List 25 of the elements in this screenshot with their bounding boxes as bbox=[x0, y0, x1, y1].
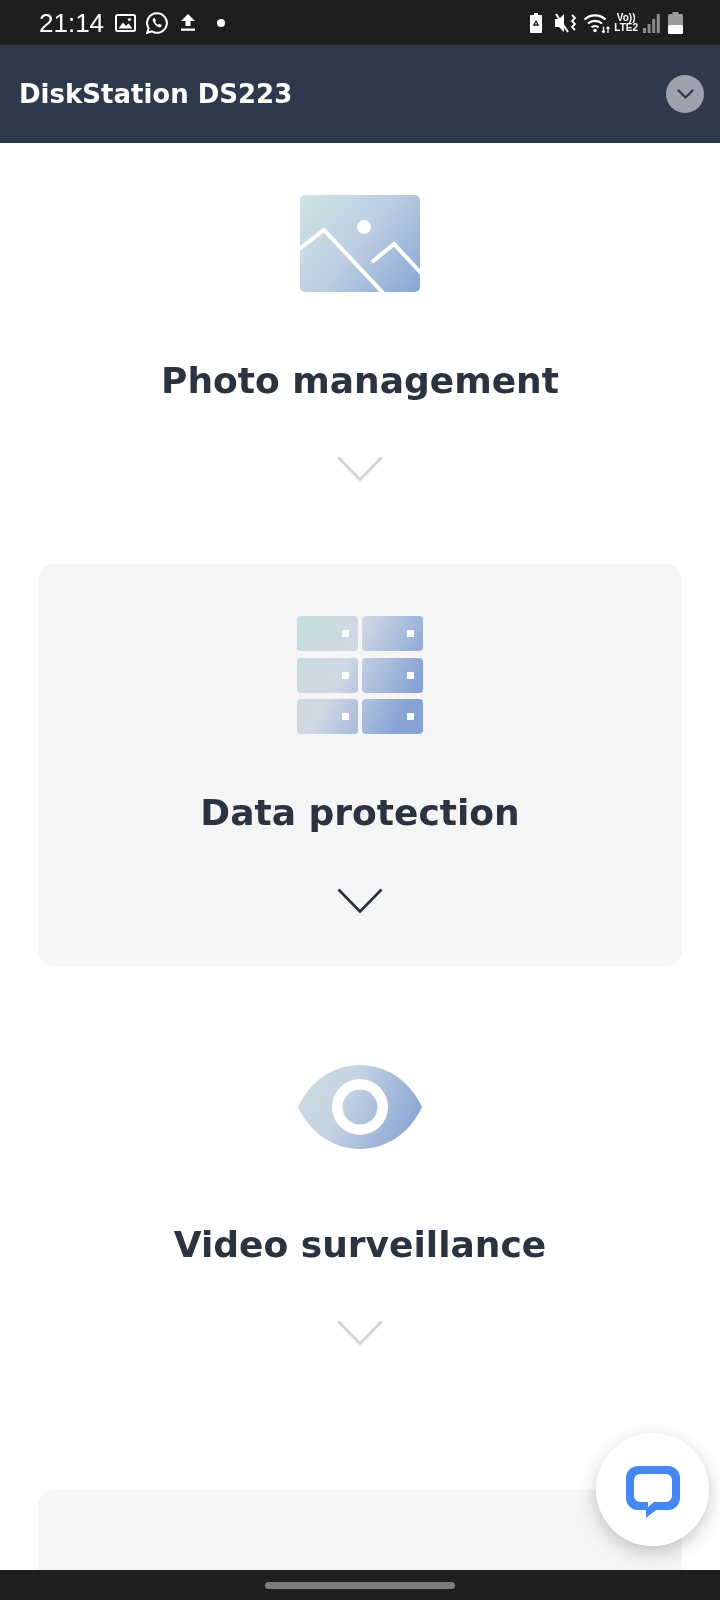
dropdown-button[interactable] bbox=[666, 75, 704, 113]
feature-title: Photo management bbox=[161, 359, 559, 403]
server-icon bbox=[297, 616, 423, 734]
upload-icon bbox=[180, 14, 197, 31]
chevron-down-icon bbox=[676, 89, 694, 99]
chat-bubble-icon bbox=[625, 1465, 680, 1518]
network-label: Vo)) bbox=[616, 12, 636, 23]
chat-button[interactable] bbox=[596, 1433, 709, 1546]
wifi-icon bbox=[583, 11, 611, 34]
eye-icon bbox=[298, 1065, 422, 1149]
header-title: DiskStation DS223 bbox=[19, 78, 293, 110]
feature-title: Data protection bbox=[200, 791, 520, 835]
battery-icon bbox=[668, 11, 683, 34]
image-icon bbox=[300, 194, 420, 292]
network-label: LTE2 bbox=[614, 22, 638, 33]
home-handle[interactable] bbox=[265, 1581, 455, 1589]
mute-vibrate-icon bbox=[554, 11, 578, 34]
feature-title: Video surveillance bbox=[173, 1223, 547, 1267]
status-time: 21:14 bbox=[39, 7, 105, 38]
phone-bubble-icon bbox=[146, 11, 169, 34]
image-icon bbox=[115, 13, 137, 32]
battery-saver-icon bbox=[530, 12, 543, 33]
signal-icon bbox=[643, 12, 660, 33]
dot-icon bbox=[217, 18, 226, 27]
chevron-down-icon[interactable] bbox=[337, 888, 383, 914]
